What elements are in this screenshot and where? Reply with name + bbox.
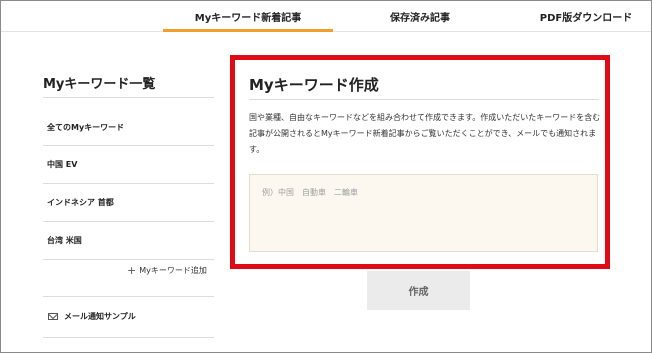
tab-saved-articles[interactable]: 保存済み記事 xyxy=(350,0,490,32)
sidebar-divider xyxy=(43,296,214,297)
sidebar-divider xyxy=(43,221,214,222)
sidebar-item-indonesia-capital[interactable]: インドネシア 首都 xyxy=(47,197,114,208)
sidebar-item-taiwan-us[interactable]: 台湾 米国 xyxy=(47,235,82,246)
sidebar-divider xyxy=(43,337,214,338)
sidebar-divider xyxy=(43,97,214,98)
keyword-input[interactable] xyxy=(249,174,598,252)
create-divider xyxy=(249,99,599,100)
tab-pdf-download[interactable]: PDF版ダウンロード xyxy=(520,0,652,32)
add-keyword-link[interactable]: + Myキーワード追加 xyxy=(127,265,207,276)
plus-icon: + xyxy=(127,264,137,277)
sidebar-divider xyxy=(43,259,214,260)
keyword-create-panel: Myキーワード作成 国や業種、自由なキーワードなどを組み合わせて作成できます。作… xyxy=(230,55,610,269)
top-tab-bar: Myキーワード新着記事 保存済み記事 PDF版ダウンロード xyxy=(0,0,652,32)
mail-sample-label: メール通知サンプル xyxy=(64,312,136,321)
sidebar-title: Myキーワード一覧 xyxy=(43,77,156,92)
sidebar-item-china-ev[interactable]: 中国 EV xyxy=(47,159,77,170)
add-keyword-label: Myキーワード追加 xyxy=(139,266,207,275)
mail-icon xyxy=(48,313,58,320)
create-title: Myキーワード作成 xyxy=(249,76,379,94)
sidebar-divider xyxy=(43,183,214,184)
create-button[interactable]: 作成 xyxy=(367,271,470,310)
create-description: 国や業種、自由なキーワードなどを組み合わせて作成できます。作成いただいたキーワー… xyxy=(249,113,601,154)
sidebar-divider xyxy=(43,145,214,146)
mail-sample-link[interactable]: メール通知サンプル xyxy=(48,311,136,322)
tab-my-keyword-news[interactable]: Myキーワード新着記事 xyxy=(163,0,333,32)
sidebar-item-all-keywords[interactable]: 全てのMyキーワード xyxy=(47,122,124,133)
